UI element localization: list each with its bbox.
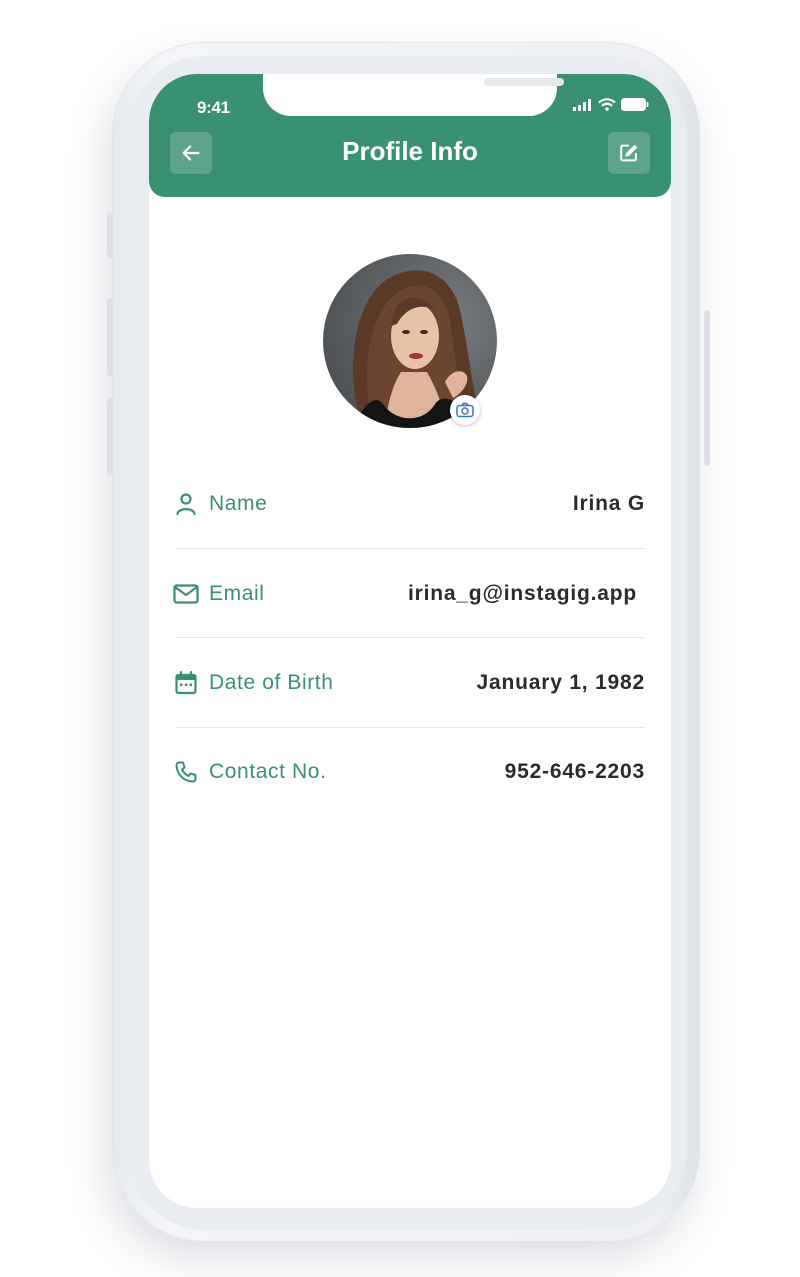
mute-switch	[107, 212, 113, 258]
profile-row-name: Name Irina G	[173, 474, 645, 534]
profile-row-contact: Contact No. 952-646-2203	[173, 742, 645, 802]
divider	[175, 727, 645, 728]
phone-icon	[173, 759, 199, 785]
wifi-icon	[598, 98, 616, 111]
profile-row-email: Email irina_g@instagig.app	[173, 564, 645, 624]
dob-value: January 1, 1982	[476, 671, 645, 694]
page-title: Profile Info	[342, 136, 478, 166]
user-icon	[173, 491, 199, 517]
email-label-text: Email	[209, 582, 265, 605]
speaker	[484, 78, 564, 86]
app-header: 9:41 Profile Info	[149, 74, 671, 197]
divider	[175, 637, 645, 638]
dob-label: Date of Birth	[173, 670, 334, 696]
edit-profile-button[interactable]	[608, 132, 650, 174]
camera-icon	[456, 402, 474, 418]
name-label-text: Name	[209, 492, 268, 515]
notch	[263, 74, 564, 116]
status-icons	[573, 98, 649, 111]
edit-icon	[620, 144, 638, 162]
contact-label: Contact No.	[173, 759, 327, 785]
status-time: 9:41	[197, 98, 230, 117]
phone-screen: 9:41 Profile Info Name Irina G Email iri…	[149, 74, 671, 1208]
name-label: Name	[173, 491, 267, 517]
power-button	[704, 310, 710, 466]
name-value: Irina G	[572, 492, 645, 515]
email-value: irina_g@instagig.app	[407, 582, 637, 605]
profile-row-dob: Date of Birth January 1, 1982	[173, 653, 645, 713]
battery-icon	[621, 98, 649, 111]
signal-icon	[573, 98, 591, 111]
divider	[175, 548, 645, 549]
contact-value: 952-646-2203	[504, 760, 645, 783]
email-label: Email	[173, 581, 265, 607]
contact-label-text: Contact No.	[209, 760, 327, 783]
mail-icon	[173, 581, 199, 607]
volume-up-button	[107, 298, 113, 376]
calendar-icon	[173, 670, 199, 696]
dob-label-text: Date of Birth	[209, 671, 334, 694]
volume-down-button	[107, 398, 113, 476]
change-photo-button[interactable]	[450, 395, 480, 425]
